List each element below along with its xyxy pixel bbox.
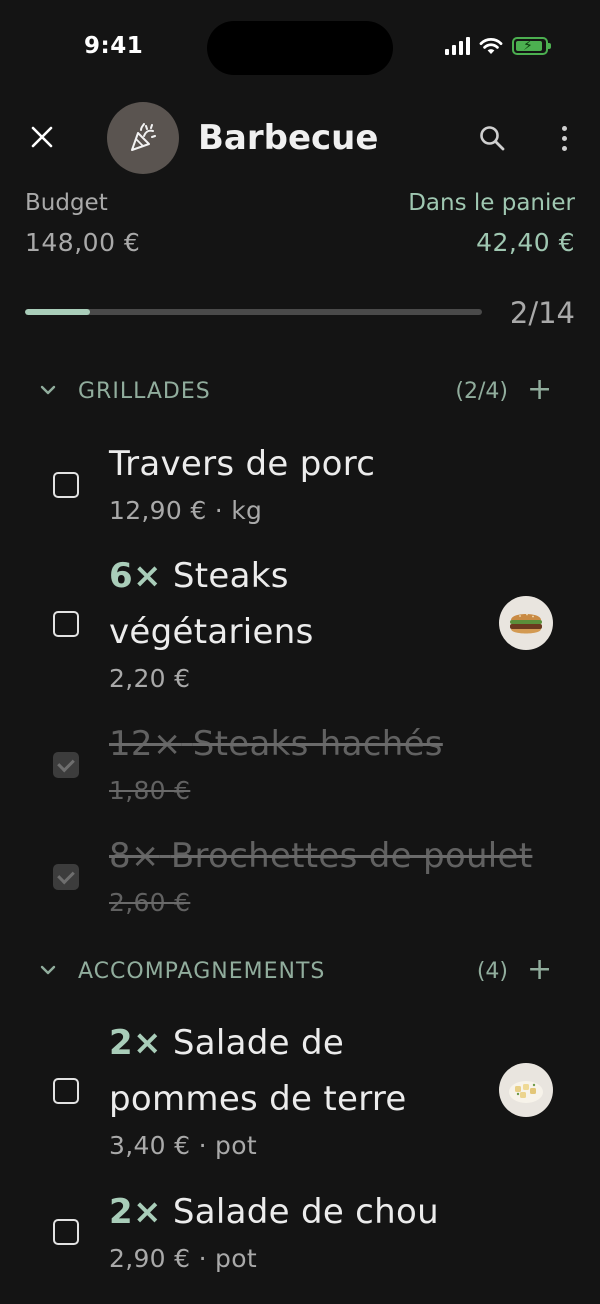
progress-bar: [25, 309, 482, 315]
charging-bolt-icon: ⚡: [523, 38, 533, 54]
add-item-button[interactable]: +: [527, 955, 552, 985]
page-title: Barbecue: [198, 118, 379, 158]
cart-value: 42,40 €: [476, 228, 575, 257]
item-name: 2× Salade de chou: [109, 1192, 439, 1232]
search-icon: [480, 126, 505, 151]
plus-icon: +: [527, 372, 553, 407]
status-icons: ⚡: [445, 37, 551, 55]
item-name: 12× Steaks hachés: [109, 724, 443, 764]
cellular-signal-icon: [445, 37, 470, 55]
item-name: 2× Salade de pommes de terre: [109, 1023, 407, 1119]
status-time: 9:41: [84, 33, 144, 59]
item-price: 2,90 € · pot: [109, 1244, 257, 1273]
item-checkbox-checked[interactable]: [53, 864, 79, 890]
veggie-burger-thumbnail[interactable]: [499, 596, 553, 650]
budget-label: Budget: [25, 190, 108, 216]
progress-fill: [25, 309, 91, 315]
section-title: GRILLADES: [78, 379, 211, 404]
more-vert-icon: [561, 125, 567, 131]
battery-icon: ⚡: [512, 37, 551, 55]
item-checkbox[interactable]: [53, 472, 79, 498]
wifi-icon: [479, 38, 503, 54]
plus-icon: +: [527, 952, 553, 987]
search-button[interactable]: [472, 118, 512, 158]
item-price: 1,80 €: [109, 776, 191, 805]
chevron-down-icon: [40, 385, 56, 395]
item-checkbox-checked[interactable]: [53, 752, 79, 778]
dynamic-island: [207, 21, 393, 75]
item-price: 2,60 €: [109, 888, 191, 917]
party-popper-icon: [131, 123, 156, 151]
item-name: 8× Brochettes de poulet: [109, 836, 533, 876]
status-bar: 9:41 ⚡: [0, 0, 600, 96]
item-price: 3,40 € · pot: [109, 1131, 257, 1160]
app-header: Barbecue: [0, 100, 600, 176]
close-icon: [31, 126, 53, 148]
more-options-button[interactable]: [548, 118, 580, 158]
section-count: (4): [476, 959, 508, 984]
add-item-button[interactable]: +: [527, 375, 552, 405]
burger-icon: [510, 613, 542, 634]
item-name: Travers de porc: [109, 444, 376, 484]
section-title: ACCOMPAGNEMENTS: [78, 959, 326, 984]
item-checkbox[interactable]: [53, 1219, 79, 1245]
item-price: 2,20 €: [109, 664, 191, 693]
cart-label: Dans le panier: [408, 190, 575, 216]
close-button[interactable]: [22, 117, 62, 157]
section-header-accompagnements[interactable]: ACCOMPAGNEMENTS (4) +: [0, 950, 600, 994]
salad-bowl-icon: [509, 1081, 543, 1103]
budget-value: 148,00 €: [25, 228, 141, 257]
section-header-grillades[interactable]: GRILLADES (2/4) +: [0, 370, 600, 414]
item-price: 12,90 € · kg: [109, 496, 263, 525]
chevron-down-icon: [40, 965, 56, 975]
item-checkbox[interactable]: [53, 1078, 79, 1104]
progress-count: 2/14: [509, 296, 575, 330]
potato-salad-thumbnail[interactable]: [499, 1063, 553, 1117]
section-count: (2/4): [455, 379, 508, 404]
list-avatar[interactable]: [107, 102, 179, 174]
item-checkbox[interactable]: [53, 611, 79, 637]
item-name: 6× Steaks végétariens: [109, 556, 314, 652]
